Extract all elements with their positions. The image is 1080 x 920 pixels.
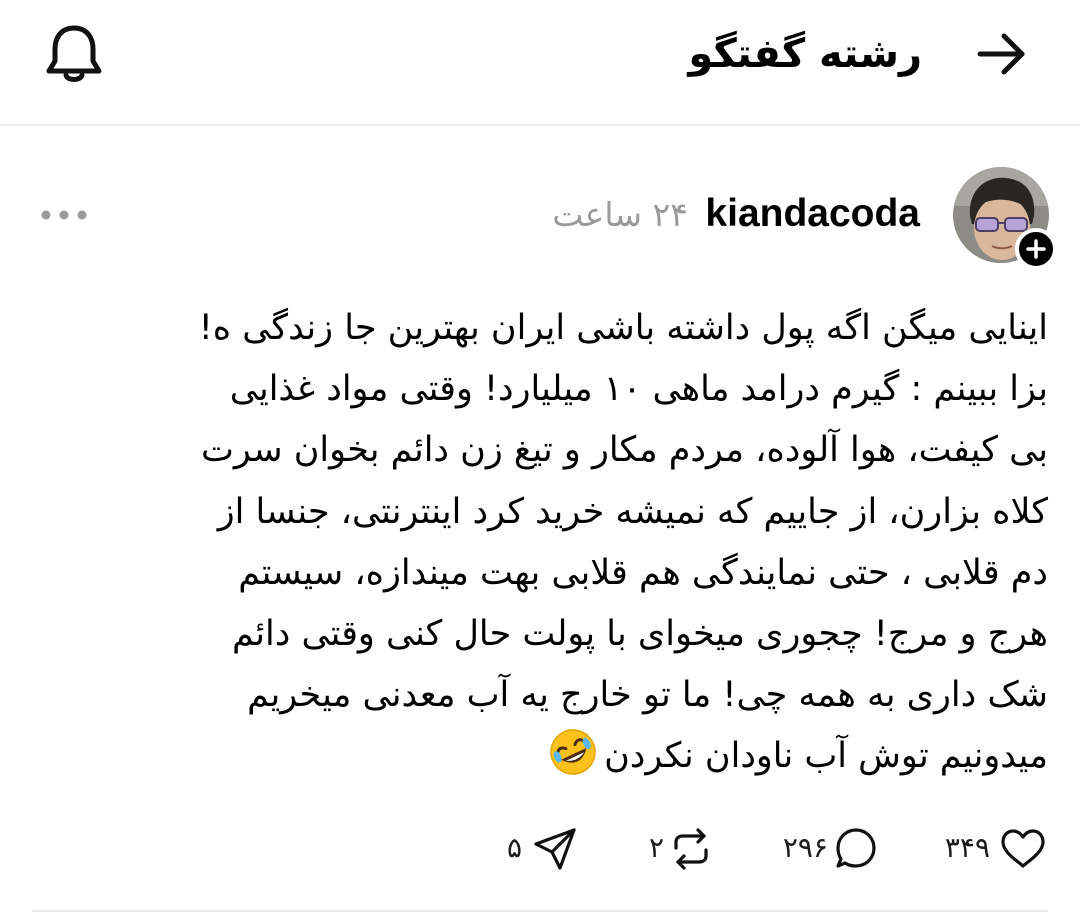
- thread-post: kiandacoda ۲۴ ساعت اینایی میگن اگه پول د…: [0, 128, 1080, 920]
- plus-icon: [1026, 239, 1046, 259]
- post-divider: [32, 910, 1048, 912]
- bell-icon: [46, 25, 102, 82]
- share-button[interactable]: ۵: [500, 818, 580, 880]
- send-icon: [534, 828, 576, 870]
- username[interactable]: kiandacoda: [705, 190, 920, 238]
- page-title: رشته گفتگو: [688, 31, 922, 77]
- post-text-last-line: میدونیم توش آب ناودان نکردن: [100, 726, 1048, 787]
- more-options-button[interactable]: [38, 200, 90, 230]
- post-text-line: بزا ببینم : گیرم درامد ماهی ۱۰ میلیارد! …: [229, 369, 1048, 410]
- repost-button[interactable]: ۲: [640, 818, 716, 880]
- notifications-button[interactable]: [38, 18, 110, 90]
- reply-button[interactable]: ۲۹۶: [778, 818, 882, 880]
- post-text-line: بی کیفت، هوا آلوده، مردم مکار و تیغ زن د…: [200, 430, 1048, 471]
- share-count: ۵: [506, 831, 522, 864]
- heart-icon: [1001, 829, 1045, 868]
- reply-count: ۲۹۶: [782, 831, 828, 864]
- rolling-laughing-emoji-icon: [550, 729, 596, 776]
- post-text-line: اینایی میگن اگه پول داشته باشی ایران بهت…: [198, 308, 1048, 348]
- post-text-line: هرج و مرج! چجوری میخوای با پولت حال کنی …: [231, 614, 1048, 655]
- more-dots-icon: [41, 210, 87, 220]
- arrow-right-icon: [977, 33, 1025, 75]
- post-text-line: کلاه بزارن، از جاییم که نمیشه خرید کرد ا…: [217, 491, 1048, 532]
- post-time: ۲۴ ساعت: [552, 195, 688, 234]
- like-button[interactable]: ۳۴۹: [944, 818, 1050, 880]
- like-count: ۳۴۹: [944, 831, 990, 864]
- post-text: اینایی میگن اگه پول داشته باشی ایران بهت…: [100, 298, 1048, 788]
- follow-button[interactable]: [1015, 228, 1057, 270]
- post-text-line: شک داری به همه چی! ما تو خارج یه آب معدن…: [247, 675, 1048, 716]
- repost-icon: [674, 828, 708, 870]
- post-text-line: میدونیم توش آب ناودان نکردن: [604, 736, 1048, 777]
- repost-count: ۲: [648, 831, 664, 864]
- back-button[interactable]: [970, 26, 1034, 82]
- post-text-line: دم قلابی ، حتی نمایندگی هم قلابی بهت مین…: [238, 552, 1048, 593]
- top-bar: رشته گفتگو: [0, 0, 1080, 126]
- comment-icon: [836, 828, 876, 868]
